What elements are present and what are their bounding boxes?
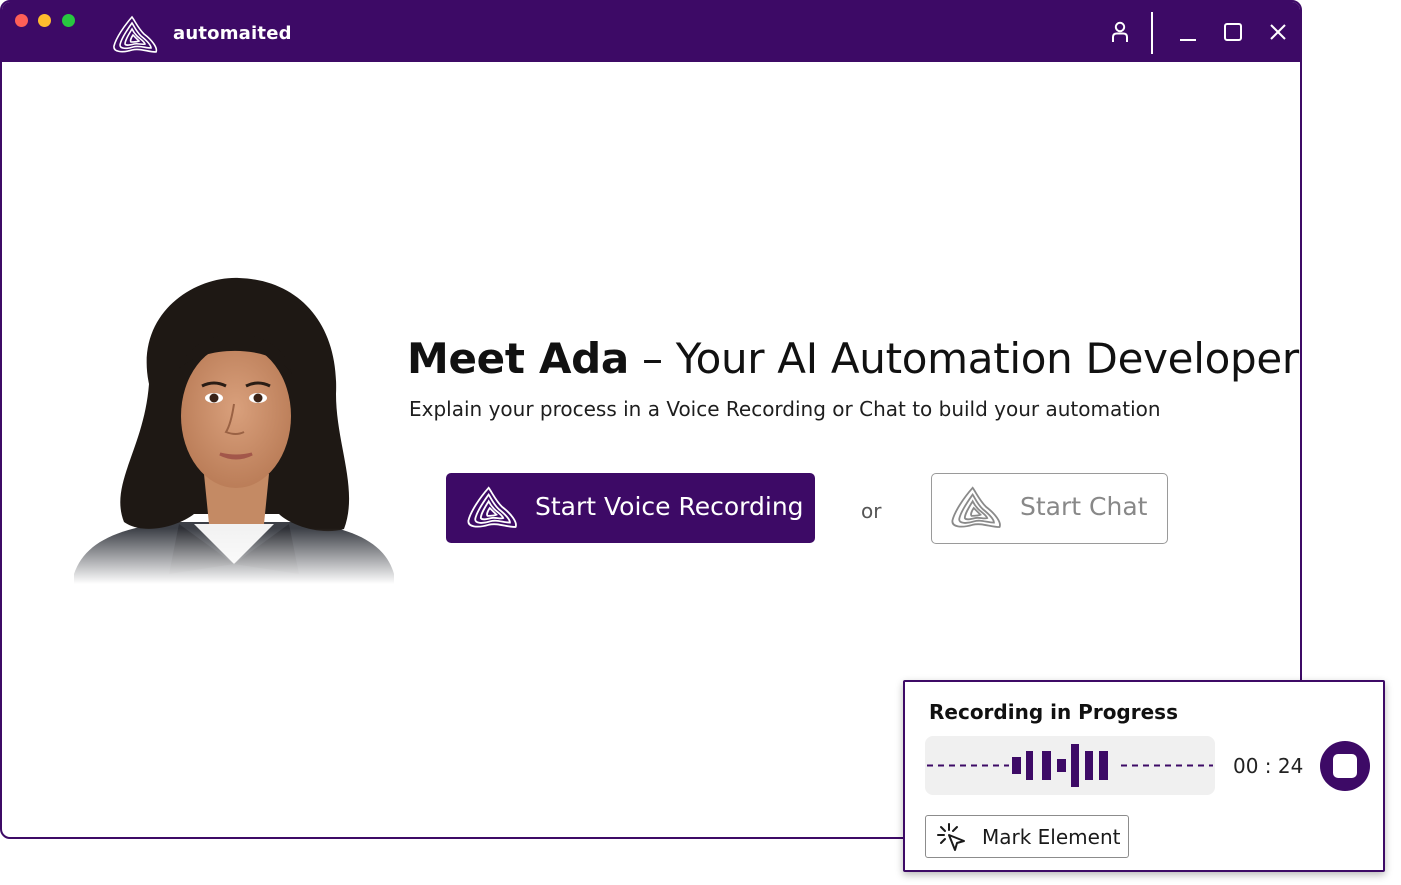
titlebar-divider [1151,12,1153,54]
automaited-logo-icon [113,15,158,53]
start-voice-recording-button[interactable]: Start Voice Recording [446,473,815,543]
hero-subtitle: Explain your process in a Voice Recordin… [409,397,1161,421]
hero-title: Meet Ada – Your AI Automation Developer [407,334,1299,383]
zoom-window-dot[interactable] [62,14,75,27]
minimize-icon[interactable] [1176,20,1200,44]
recording-title: Recording in Progress [929,700,1178,724]
or-separator: or [861,499,882,523]
automaited-logo-icon [467,486,517,528]
recording-timer: 00 : 24 [1233,754,1304,778]
automaited-logo-icon [951,486,1001,528]
user-icon[interactable] [1108,20,1132,44]
title-bar: automaited [2,2,1300,62]
hero-title-strong: Meet Ada [407,334,629,383]
close-window-dot[interactable] [15,14,28,27]
hero-title-rest: – Your AI Automation Developer [628,334,1299,383]
close-icon[interactable] [1266,20,1290,44]
mark-element-button[interactable]: Mark Element [925,815,1129,858]
start-voice-recording-label: Start Voice Recording [535,492,804,521]
app-name: automaited [173,23,292,44]
maximize-icon[interactable] [1221,20,1245,44]
minimize-window-dot[interactable] [38,14,51,27]
stop-icon [1333,754,1357,778]
recording-panel: Recording in Progress 00 : 24 Mark Eleme… [903,680,1385,872]
start-chat-label: Start Chat [1020,492,1148,521]
waveform-box [925,736,1215,795]
stop-recording-button[interactable] [1320,741,1370,791]
mark-element-icon [937,823,965,851]
mark-element-label: Mark Element [982,825,1121,849]
waveform-icon [927,744,1213,787]
start-chat-button[interactable]: Start Chat [931,473,1168,544]
ada-avatar [74,274,394,584]
